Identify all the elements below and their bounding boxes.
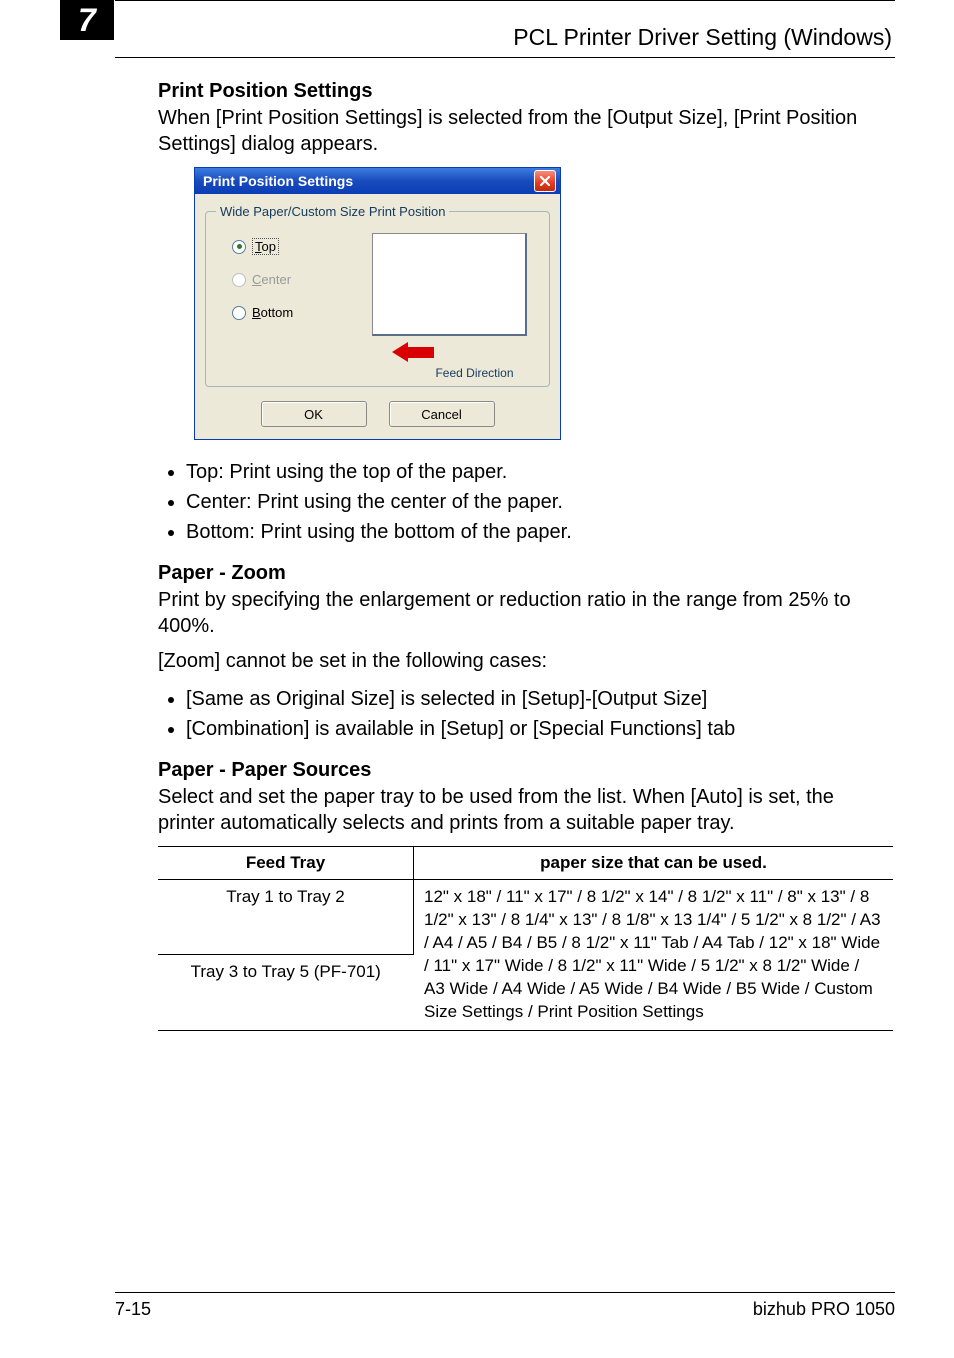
list-item: Bottom: Print using the bottom of the pa… [186,518,893,546]
paragraph-sources-intro: Select and set the paper tray to be used… [158,785,893,836]
page-header: 7 PCL Printer Driver Setting (Windows) [0,1,954,51]
cancel-button[interactable]: Cancel [389,401,495,427]
radio-center-label: Center [252,272,291,287]
feed-direction-arrow-icon [392,342,434,362]
bullet-list-zoom: [Same as Original Size] is selected in [… [158,685,893,743]
paper-preview [372,233,527,336]
heading-paper-zoom: Paper - Zoom [158,562,893,585]
radio-circle-icon [232,273,246,287]
page-title: PCL Printer Driver Setting (Windows) [513,24,954,51]
bullet-list-print-position: Top: Print using the top of the paper. C… [158,458,893,546]
dialog-titlebar: Print Position Settings [195,168,560,194]
radio-circle-icon [232,306,246,320]
th-feed-tray: Feed Tray [158,847,414,880]
close-icon[interactable] [534,170,556,192]
feed-direction-label: Feed Direction [385,366,513,380]
radio-top-label: Top [252,239,279,254]
heading-print-position: Print Position Settings [158,80,893,103]
dialog-screenshot: Print Position Settings Wide Paper/Custo… [194,167,893,440]
paragraph-zoom-note: [Zoom] cannot be set in the following ca… [158,649,893,675]
paragraph-print-position-intro: When [Print Position Settings] is select… [158,106,893,157]
radio-bottom[interactable]: Bottom [232,305,360,320]
main-content: Print Position Settings When [Print Posi… [158,80,893,1031]
heading-paper-sources: Paper - Paper Sources [158,759,893,782]
group-legend: Wide Paper/Custom Size Print Position [216,204,449,219]
radio-center: Center [232,272,360,287]
list-item: Center: Print using the center of the pa… [186,488,893,516]
header-underline [115,57,895,58]
group-wide-paper-position: Wide Paper/Custom Size Print Position To… [205,204,550,387]
radio-circle-icon [232,240,246,254]
table-feed-tray: Feed Tray paper size that can be used. T… [158,846,893,1031]
dialog-body: Wide Paper/Custom Size Print Position To… [195,194,560,439]
list-item: [Same as Original Size] is selected in [… [186,685,893,713]
cell-tray-3-5: Tray 3 to Tray 5 (PF-701) [158,955,414,1030]
preview-column: Feed Direction [360,229,539,380]
radio-bottom-label: Bottom [252,305,293,320]
print-position-dialog: Print Position Settings Wide Paper/Custo… [194,167,561,440]
paragraph-zoom-intro: Print by specifying the enlargement or r… [158,588,893,639]
table-header-row: Feed Tray paper size that can be used. [158,847,893,880]
cell-paper-sizes: 12" x 18" / 11" x 17" / 8 1/2" x 14" / 8… [414,880,894,1031]
dialog-title-text: Print Position Settings [203,173,353,189]
th-paper-size: paper size that can be used. [414,847,894,880]
dialog-buttons: OK Cancel [205,401,550,427]
radio-top[interactable]: Top [232,239,360,254]
list-item: [Combination] is available in [Setup] or… [186,715,893,743]
ok-button[interactable]: OK [261,401,367,427]
footer-page-number: 7-15 [115,1299,151,1320]
cell-tray-1-2: Tray 1 to Tray 2 [158,880,414,955]
footer-rule [115,1292,895,1293]
table-row: Tray 1 to Tray 2 12" x 18" / 11" x 17" /… [158,880,893,955]
page-footer: 7-15 bizhub PRO 1050 [0,1292,954,1320]
list-item: Top: Print using the top of the paper. [186,458,893,486]
chapter-number-badge: 7 [60,0,114,40]
footer-product-name: bizhub PRO 1050 [753,1299,895,1320]
radio-column: Top Center Bottom [216,229,360,380]
